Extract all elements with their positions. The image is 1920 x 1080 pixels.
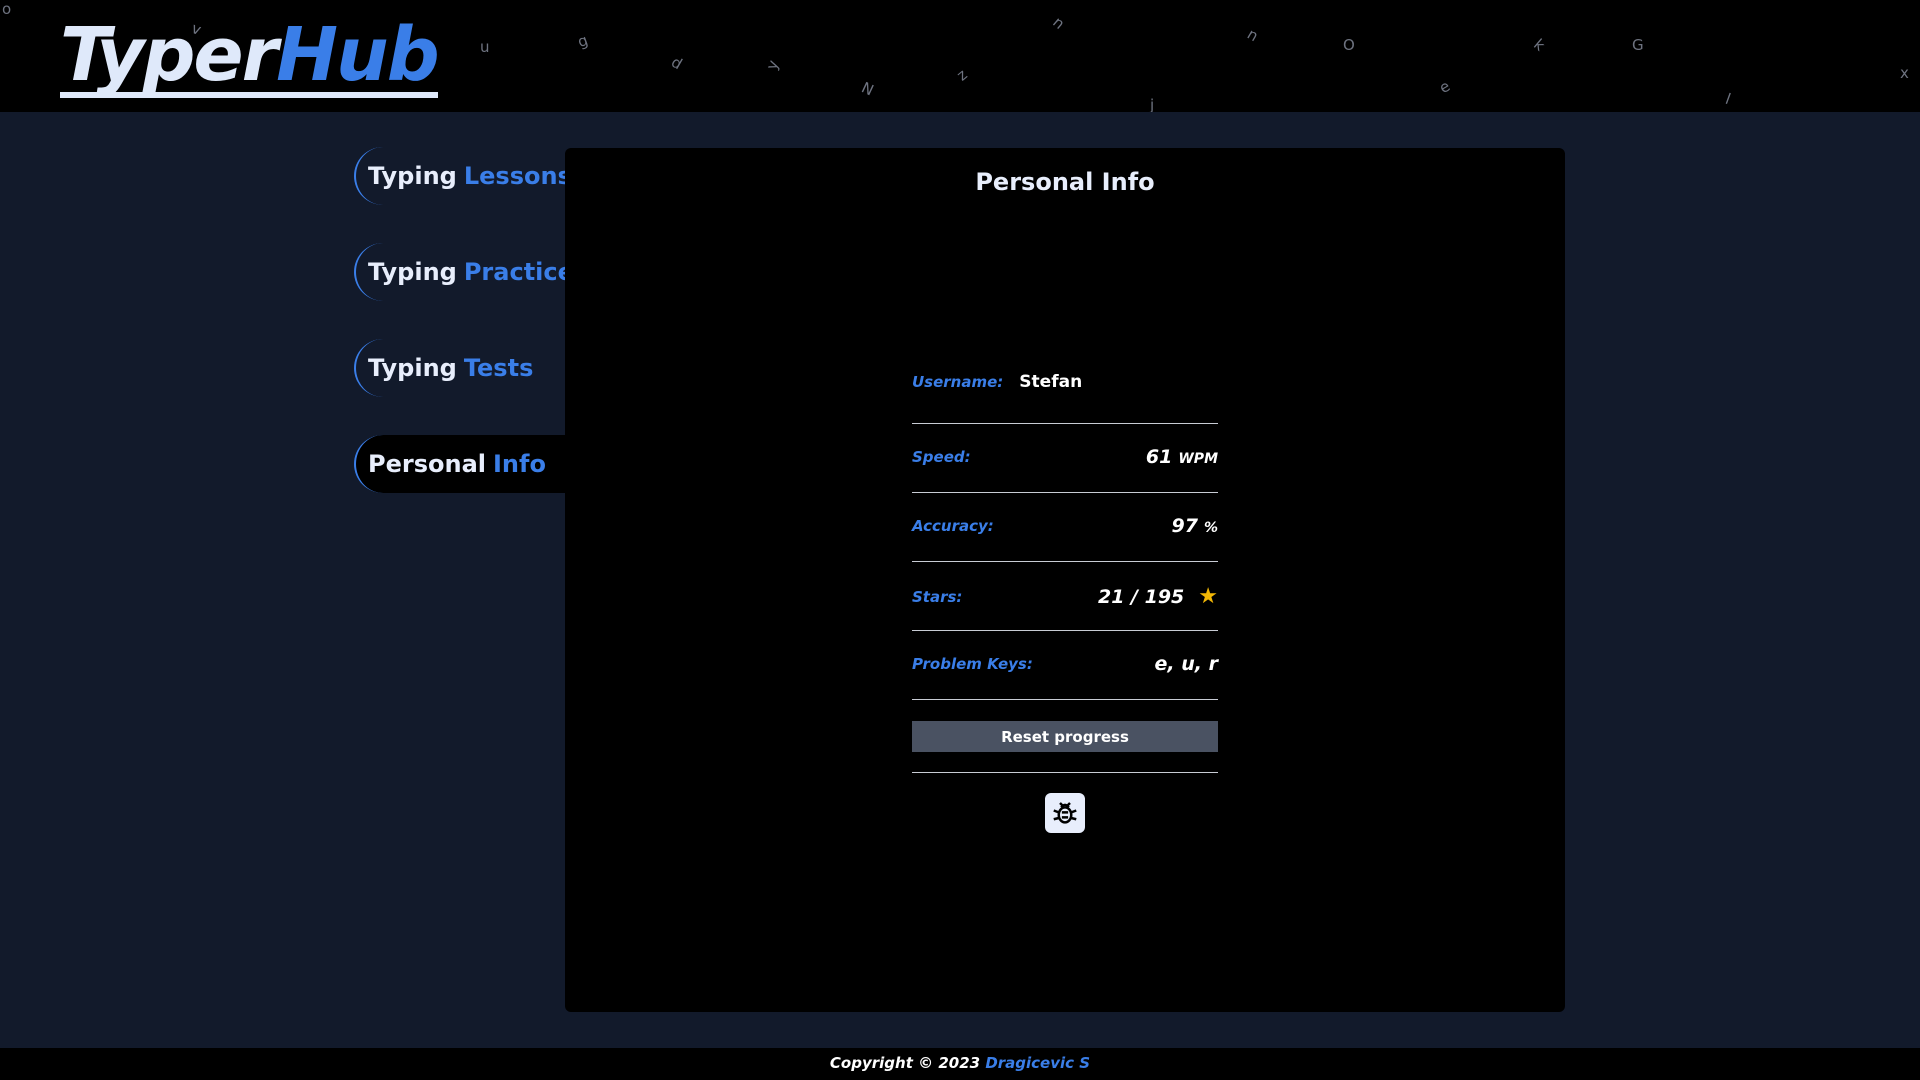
speed-value-group: 61 WPM xyxy=(1146,446,1218,468)
footer: Copyright © 2023 Dragicevic S xyxy=(0,1048,1920,1080)
sidebar-item-typing-lessons[interactable]: Typing Lessons xyxy=(354,147,572,205)
speed-unit: WPM xyxy=(1178,451,1218,467)
sidebar-item-label-accent: Lessons xyxy=(463,162,572,190)
problem-keys-label: Problem Keys: xyxy=(912,655,1033,673)
accuracy-label: Accuracy: xyxy=(912,517,994,535)
speed-label: Speed: xyxy=(912,448,971,466)
speed-value: 61 xyxy=(1145,446,1173,468)
bug-report-button[interactable] xyxy=(1045,793,1085,833)
sidebar-item-label: Personal xyxy=(368,450,486,478)
background-letter: n xyxy=(1244,24,1262,46)
sidebar-item-typing-tests[interactable]: Typing Tests xyxy=(354,339,566,397)
accuracy-value: 97 xyxy=(1171,515,1198,537)
bug-icon xyxy=(1053,802,1077,824)
divider xyxy=(912,423,1218,424)
background-letter: g xyxy=(575,30,591,52)
background-letter: n xyxy=(1049,13,1069,33)
background-letter: x xyxy=(1900,64,1909,82)
sidebar-item-label: Typing xyxy=(368,354,457,382)
star-icon: ★ xyxy=(1198,584,1218,609)
stars-label: Stars: xyxy=(912,587,963,606)
background-letter: l xyxy=(1723,89,1734,109)
footer-copyright: Copyright © 2023 Dragicevic S xyxy=(0,1054,1920,1072)
sidebar-item-typing-practice[interactable]: Typing Practice xyxy=(354,243,574,301)
accuracy-row: Accuracy: 97 % xyxy=(912,515,1218,537)
reset-progress-button[interactable]: Reset progress xyxy=(912,721,1218,752)
divider xyxy=(912,699,1218,700)
divider xyxy=(912,492,1218,493)
sidebar-item-personal-info[interactable]: Personal Info xyxy=(354,435,566,493)
divider xyxy=(912,630,1218,631)
background-letter: G xyxy=(1632,36,1644,54)
sidebar-item-label-accent: Tests xyxy=(463,354,534,382)
background-letter: d xyxy=(668,52,686,74)
logo-part-typer: Typer xyxy=(60,12,278,98)
divider xyxy=(912,772,1218,773)
stars-row: Stars: 21 / 195 ★ xyxy=(912,584,1218,609)
stars-value-group: 21 / 195 ★ xyxy=(1098,584,1218,609)
background-letter: N xyxy=(858,78,877,100)
username-label: Username: xyxy=(912,373,1004,391)
background-letter: z xyxy=(953,65,971,85)
background-letter: u xyxy=(480,38,490,56)
username-row: Username: Stefan xyxy=(912,372,1218,392)
background-letter: e xyxy=(1436,76,1454,98)
author-link[interactable]: Dragicevic S xyxy=(985,1054,1090,1072)
background-letter: O xyxy=(1343,36,1355,54)
stars-value: 21 / 195 xyxy=(1097,585,1185,608)
logo-part-hub: Hub xyxy=(276,12,440,98)
problem-keys-row: Problem Keys: e, u, r xyxy=(912,653,1218,675)
username-value: Stefan xyxy=(1019,372,1083,392)
background-letter: o xyxy=(2,0,12,18)
speed-row: Speed: 61 WPM xyxy=(912,446,1218,468)
accuracy-unit: % xyxy=(1203,520,1218,536)
problem-keys-value: e, u, r xyxy=(1154,653,1218,675)
page-title: Personal Info xyxy=(975,168,1155,196)
sidebar-item-label-accent: Info xyxy=(492,450,546,478)
header: TyperHub u g d y N z n n O e k G x v o j… xyxy=(0,0,1920,112)
accuracy-value-group: 97 % xyxy=(1172,515,1218,537)
background-letter: k xyxy=(1530,35,1549,55)
sidebar-item-label-accent: Practice xyxy=(463,258,574,286)
divider xyxy=(912,561,1218,562)
logo[interactable]: TyperHub xyxy=(60,18,440,98)
copyright-text: Copyright © 2023 xyxy=(829,1054,981,1072)
sidebar-item-label: Typing xyxy=(368,162,457,190)
background-letter: j xyxy=(1150,96,1155,112)
sidebar-item-label: Typing xyxy=(368,258,457,286)
personal-info-panel: Personal Info Username: Stefan Speed: 61… xyxy=(565,148,1565,1012)
background-letter: y xyxy=(762,57,783,73)
